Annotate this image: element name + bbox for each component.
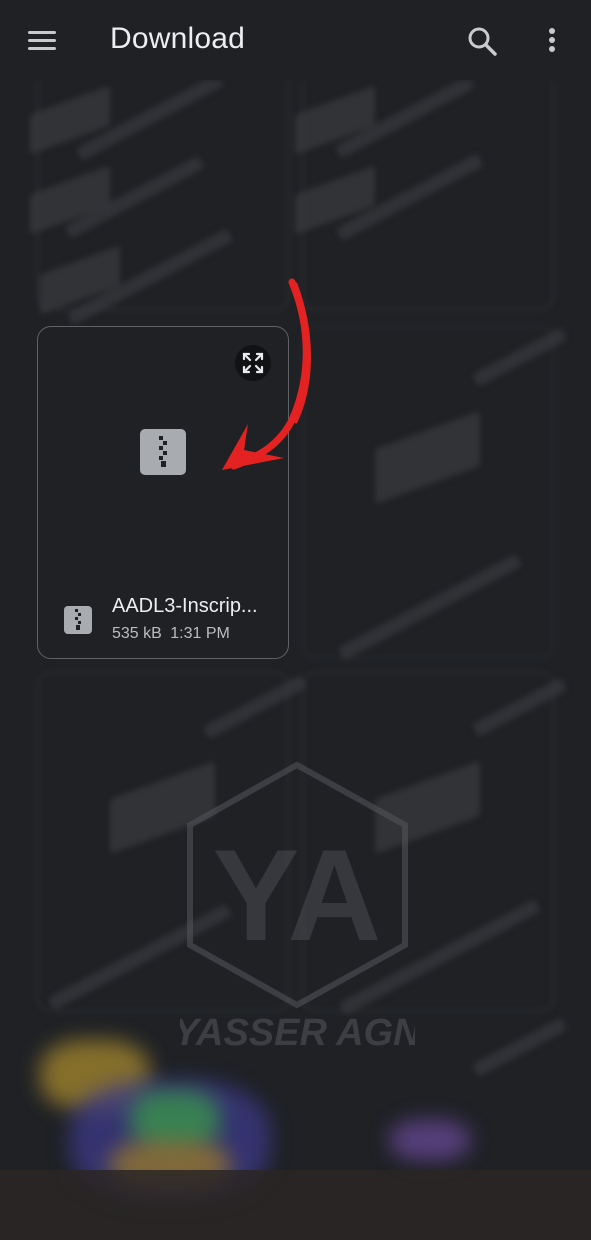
zip-file-type-icon <box>64 606 92 634</box>
blur-thumbnail <box>390 1120 470 1160</box>
watermark-logo: YA YASSER AGN <box>180 761 415 1054</box>
file-meta: 535 kB 1:31 PM <box>112 625 230 643</box>
blur-streak <box>472 1017 568 1077</box>
hamburger-menu-icon[interactable] <box>22 22 62 58</box>
annotation-arrow-icon <box>222 278 311 470</box>
file-time: 1:31 PM <box>170 625 230 642</box>
search-icon[interactable] <box>462 22 502 62</box>
file-name: AADL3-Inscrip... <box>112 595 258 617</box>
file-size: 535 kB <box>112 625 162 642</box>
page-title: Download <box>110 22 246 55</box>
watermark-brand: YASSER AGN <box>180 1012 415 1054</box>
more-vert-icon[interactable] <box>532 20 572 64</box>
top-app-bar: Download <box>0 0 591 80</box>
blurred-file-grid <box>0 80 591 1240</box>
blurred-bottom-bar <box>0 1170 591 1240</box>
zip-file-icon <box>140 429 186 475</box>
watermark-monogram: YA <box>213 822 382 968</box>
